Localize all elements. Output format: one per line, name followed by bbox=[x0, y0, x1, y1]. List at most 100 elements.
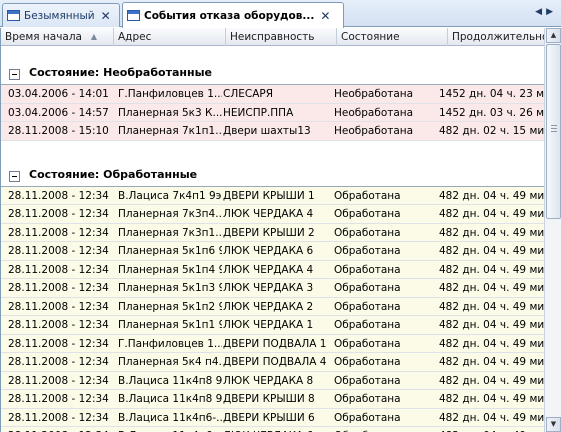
tab-label: События отказа оборудов... bbox=[144, 9, 315, 22]
cell-start-time: 28.11.2008 - 12:34 bbox=[8, 337, 109, 350]
cell-fault: ЛЮК ЧЕРДАКА 6 bbox=[223, 245, 314, 257]
group-header[interactable]: Состояние: Обработанные bbox=[1, 149, 544, 187]
cell-duration: 482 дн. 04 ч. 49 мин. bbox=[439, 337, 544, 350]
cell-duration: 482 дн. 04 ч. 49 мин. bbox=[439, 356, 544, 368]
table-row[interactable]: 03.04.2006 - 14:01 Г.Панфиловцев 1... СЛЕС… bbox=[1, 85, 544, 104]
tab-label: Безымянный bbox=[24, 9, 95, 22]
cell-state: Обработана bbox=[334, 411, 401, 424]
cell-start-time: 28.11.2008 - 12:34 bbox=[8, 319, 109, 331]
cell-fault: НЕИСПР.ППА bbox=[223, 106, 294, 119]
tab-untitled[interactable]: Безымянный ✕ bbox=[2, 3, 120, 27]
cell-address: В.Лациса 11к4п6-... bbox=[118, 411, 222, 424]
cell-state: Обработана bbox=[334, 208, 401, 220]
cell-start-time: 03.04.2006 - 14:57 bbox=[8, 106, 109, 119]
cell-address: Планерная 5к1п2 9э bbox=[118, 300, 222, 313]
cell-duration: 482 дн. 02 ч. 15 мин. bbox=[439, 125, 544, 137]
scroll-thumb[interactable] bbox=[546, 44, 561, 219]
table-row[interactable]: 28.11.2008 - 12:34 Планерная 5к1п4 9э ЛЮК … bbox=[1, 260, 544, 279]
cell-start-time: 28.11.2008 - 12:34 bbox=[8, 263, 109, 276]
events-grid: Время начала ▲ Адрес Неисправность Состо… bbox=[0, 28, 544, 432]
cell-start-time: 28.11.2008 - 12:34 bbox=[8, 411, 109, 424]
cell-duration: 482 дн. 04 ч. 49 мин. bbox=[439, 300, 544, 313]
cell-address: Планерная 5к1п4 9э bbox=[118, 263, 222, 276]
table-row[interactable]: 28.11.2008 - 12:34 Планерная 7к3п4... ЛЮК … bbox=[1, 205, 544, 224]
cell-start-time: 28.11.2008 - 12:34 bbox=[8, 245, 109, 257]
column-header-start-time[interactable]: Время начала ▲ bbox=[1, 28, 114, 46]
cell-state: Необработана bbox=[334, 106, 414, 119]
cell-address: Планерная 5к1п3 9э bbox=[118, 282, 222, 294]
column-header-fault[interactable]: Неисправность bbox=[226, 28, 337, 46]
close-icon[interactable]: ✕ bbox=[320, 9, 330, 23]
cell-start-time: 28.11.2008 - 12:34 bbox=[8, 282, 109, 294]
table-row[interactable]: 28.11.2008 - 12:34 Планерная 5к1п6 9э ЛЮК … bbox=[1, 242, 544, 261]
column-header-state[interactable]: Состояние bbox=[337, 28, 448, 46]
table-row[interactable]: 28.11.2008 - 15:10 Планерная 7к1п1... Двер… bbox=[1, 122, 544, 141]
cell-address: В.Лациса 11к4п6-... bbox=[114, 427, 222, 432]
cell-state: Обработана bbox=[334, 282, 401, 294]
tab-nav-arrows-icon[interactable]: ◀▶ bbox=[535, 7, 557, 17]
cell-state: Обработана bbox=[334, 189, 401, 202]
cell-fault: ДВЕРИ ПОДВАЛА 1 bbox=[223, 337, 327, 350]
table-row[interactable]: 28.11.2008 - 12:34 В.Лациса 11к4п8 9э ДВЕР… bbox=[1, 390, 544, 409]
cell-start-time: 28.11.2008 - 12:34 bbox=[8, 393, 109, 405]
cell-address: Г.Панфиловцев 1... bbox=[118, 337, 222, 350]
table-row[interactable]: 28.11.2008 - 12:34 Планерная 5к1п1 9э ЛЮК … bbox=[1, 316, 544, 335]
cell-state: Обработана bbox=[330, 427, 438, 432]
cell-fault: ЛЮК ЧЕРДАКА 3 bbox=[223, 282, 314, 294]
cell-fault: ДВЕРИ КРЫШИ 8 bbox=[223, 393, 315, 405]
group-title: Состояние: Необработанные bbox=[29, 66, 212, 79]
cell-address: Планерная 5к1п1 9э bbox=[118, 319, 222, 331]
cell-state: Обработана bbox=[334, 226, 401, 239]
cell-state: Обработана bbox=[334, 300, 401, 313]
document-icon bbox=[7, 10, 20, 21]
cell-fault: ДВЕРИ КРЫШИ 1 bbox=[223, 189, 315, 202]
cell-start-time: 28.11.2008 - 12:34 bbox=[8, 356, 109, 368]
cell-duration: 482 дн. 04 ч. 49 мин. bbox=[439, 189, 544, 202]
scroll-up-icon[interactable]: ▲ bbox=[546, 28, 561, 43]
cell-fault: СЛЕСАРЯ bbox=[223, 88, 274, 100]
table-row[interactable]: 28.11.2008 - 12:34 Планерная 5к4 п4... ДВЕ… bbox=[1, 353, 544, 372]
group-header[interactable]: Состояние: Необработанные bbox=[1, 47, 544, 85]
table-row[interactable]: 28.11.2008 - 12:34 В.Лациса 11к4п8 9э ЛЮК … bbox=[1, 371, 544, 390]
cell-address: В.Лациса 11к4п8 9э bbox=[118, 393, 222, 405]
table-row[interactable]: 28.11.2008 - 12:34 Г.Панфиловцев 1... ДВЕР… bbox=[1, 334, 544, 353]
cell-start-time: 03.04.2006 - 14:01 bbox=[8, 88, 109, 100]
cell-duration: 1452 дн. 03 ч. 26 мин. bbox=[439, 106, 544, 119]
table-row[interactable]: 28.11.2008 - 12:34 Планерная 5к1п2 9э ЛЮК … bbox=[1, 297, 544, 316]
column-header-address[interactable]: Адрес bbox=[114, 28, 226, 46]
table-row[interactable]: 28.11.2008 - 12:34В.Лациса 11к4п6-...ЛЮК… bbox=[1, 427, 544, 432]
cell-state: Обработана bbox=[334, 245, 401, 257]
cell-address: В.Лациса 7к4п1 9э bbox=[118, 189, 222, 202]
tab-strip: Безымянный ✕ События отказа оборудов... … bbox=[0, 0, 561, 28]
collapse-icon[interactable] bbox=[9, 170, 20, 182]
tab-events[interactable]: События отказа оборудов... ✕ bbox=[122, 2, 344, 28]
cell-duration: 482 дн. 04 ч. 49 мин. bbox=[439, 226, 544, 239]
table-row[interactable]: 28.11.2008 - 12:34 В.Лациса 7к4п1 9э ДВЕРИ… bbox=[1, 186, 544, 205]
table-row[interactable]: 28.11.2008 - 12:34 Планерная 5к1п3 9э ЛЮК … bbox=[1, 279, 544, 298]
cell-duration: 482 дн. 04 ч. 49 мин. bbox=[439, 319, 544, 331]
cell-state: Обработана bbox=[334, 319, 401, 331]
column-header-duration[interactable]: Продолжительно... bbox=[448, 28, 544, 46]
cell-state: Обработана bbox=[334, 374, 401, 387]
cell-address: Планерная 5к3 К... bbox=[118, 106, 222, 119]
column-label: Время начала bbox=[5, 31, 82, 43]
cell-fault: ЛЮК ЧЕРДАКА 8 bbox=[223, 374, 314, 387]
sort-ascending-icon: ▲ bbox=[90, 32, 97, 41]
cell-duration: 482 дн. 04 ч. 49 мин. bbox=[439, 263, 544, 276]
table-row[interactable]: 28.11.2008 - 12:34 В.Лациса 11к4п6-... ДВЕ… bbox=[1, 408, 544, 427]
table-row[interactable]: 03.04.2006 - 14:57 Планерная 5к3 К... НЕИС… bbox=[1, 103, 544, 122]
cell-state: Обработана bbox=[334, 356, 401, 368]
table-row[interactable]: 28.11.2008 - 12:34 Планерная 7к3п1... ДВЕР… bbox=[1, 223, 544, 242]
close-icon[interactable]: ✕ bbox=[101, 9, 111, 23]
vertical-scrollbar[interactable]: ▲ ▼ bbox=[544, 28, 561, 432]
cell-fault: ЛЮК ЧЕРДАКА 1 bbox=[223, 319, 314, 331]
cell-fault: ЛЮК ЧЕРДАКА 4 bbox=[223, 208, 314, 220]
grid-body: Состояние: Необработанные 03.04.2006 - 14… bbox=[1, 47, 544, 432]
collapse-icon[interactable] bbox=[9, 69, 20, 80]
cell-fault: ЛЮК ЧЕРДАКА 4 bbox=[223, 263, 314, 276]
grid-header: Время начала ▲ Адрес Неисправность Состо… bbox=[1, 28, 544, 46]
cell-start-time: 28.11.2008 - 12:34 bbox=[8, 208, 109, 220]
cell-state: Необработана bbox=[334, 88, 414, 100]
scroll-down-icon[interactable]: ▼ bbox=[546, 417, 561, 432]
cell-address: Г.Панфиловцев 1... bbox=[118, 88, 222, 100]
